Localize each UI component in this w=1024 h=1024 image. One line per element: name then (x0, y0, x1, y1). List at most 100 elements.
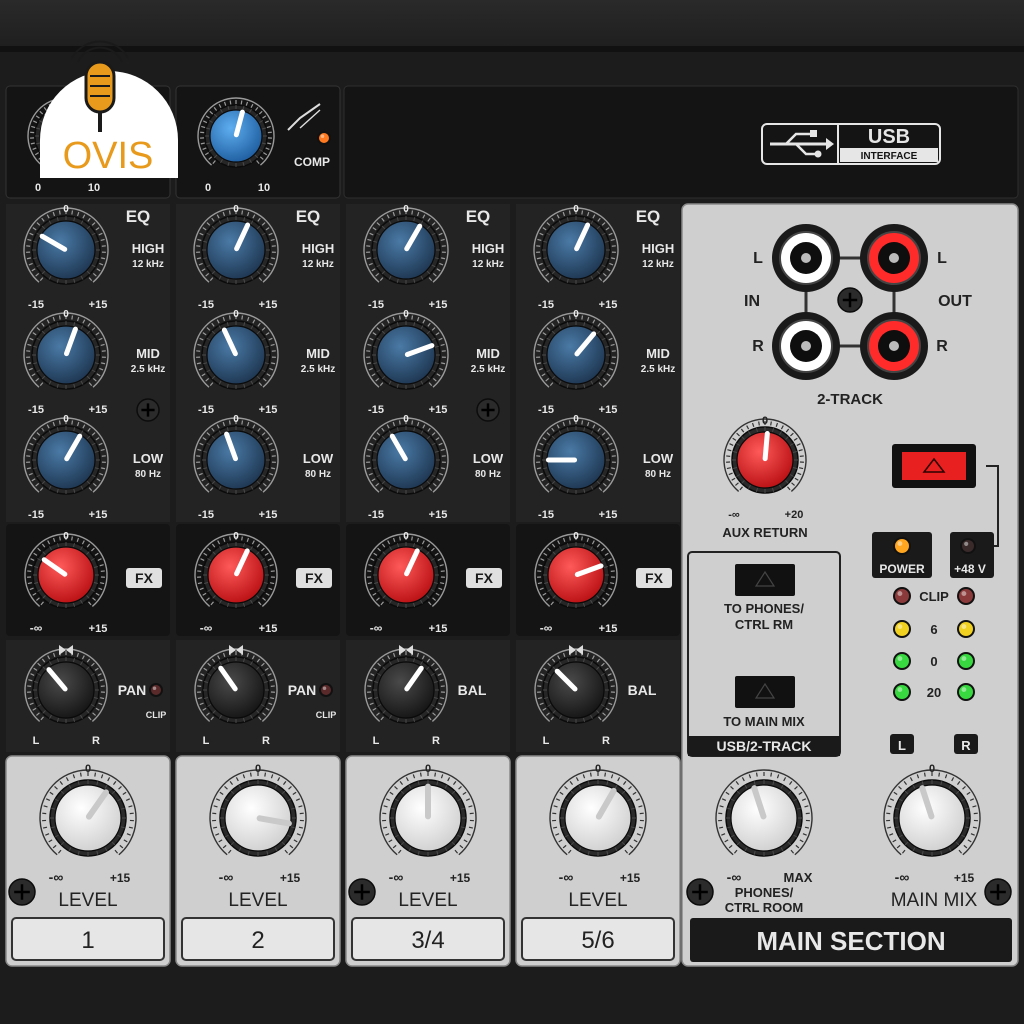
knob-pointer (762, 431, 770, 462)
to-main-mix-label: TO MAIN MIX (723, 714, 805, 729)
fx-min: -∞ (30, 621, 43, 635)
eq-min: -15 (198, 509, 214, 521)
eq-min: -15 (198, 404, 214, 416)
eq-max: +15 (599, 299, 618, 311)
eq-band-name: HIGH (472, 241, 505, 256)
meter-led-right-icon (957, 587, 975, 605)
rca-out-left-jack[interactable] (860, 224, 928, 292)
eq-center-tick: 0 (233, 309, 239, 320)
channel-number: 3/4 (411, 927, 444, 954)
level-max: +15 (450, 871, 471, 885)
eq-band-freq: 2.5 kHz (301, 364, 335, 375)
eq-band-freq: 12 kHz (472, 259, 504, 270)
eq-center-tick: 0 (63, 204, 69, 215)
channel-number: 2 (251, 927, 264, 954)
eq-band-freq: 2.5 kHz (131, 364, 165, 375)
level-center-tick: 0 (595, 763, 601, 775)
eq-center-tick: 0 (573, 204, 579, 215)
pan-right: R (432, 735, 440, 747)
meter-led-left-icon (893, 652, 911, 670)
fx-label: FX (475, 570, 494, 586)
pan-left: L (373, 735, 380, 747)
in-label: IN (744, 293, 760, 310)
out-right-label: R (936, 338, 948, 355)
screw-icon (476, 398, 500, 422)
brand-logo: OVIS (40, 40, 178, 178)
eq-title: EQ (636, 207, 661, 226)
eq-band-freq: 2.5 kHz (641, 364, 675, 375)
screw-icon (348, 878, 376, 906)
eq-max: +15 (89, 509, 108, 521)
eq-band-name: MID (476, 346, 500, 361)
eq-min: -15 (28, 509, 44, 521)
level-label: LEVEL (568, 890, 627, 911)
eq-max: +15 (89, 404, 108, 416)
level-label: LEVEL (398, 890, 457, 911)
brand-wordmark: OVIS (63, 135, 154, 177)
fx-max: +15 (429, 623, 448, 635)
two-track-label: 2-TRACK (817, 391, 883, 408)
main-mix-center-tick: 0 (929, 763, 935, 775)
clip-label: CLIP (146, 710, 167, 720)
eq-band-name: LOW (303, 451, 334, 466)
fx-center-tick: 0 (573, 531, 579, 542)
clip-label: CLIP (316, 710, 337, 720)
eq-center-tick: 0 (403, 309, 409, 320)
fx-center-tick: 0 (63, 531, 69, 542)
fx-label: FX (645, 570, 664, 586)
clip-led-icon (149, 683, 163, 697)
pan-right: R (602, 735, 610, 747)
eq-min: -15 (28, 404, 44, 416)
main-section-title: MAIN SECTION (756, 926, 945, 956)
screw-icon (8, 878, 36, 906)
fx-min: -∞ (200, 621, 213, 635)
eq-max: +15 (429, 509, 448, 521)
usb-word: USB (868, 126, 910, 148)
phones-min: -∞ (727, 869, 742, 885)
main-mix-label: MAIN MIX (891, 890, 978, 911)
eq-max: +15 (429, 299, 448, 311)
main-section-panel (681, 203, 1019, 967)
eq-max: +15 (259, 509, 278, 521)
fx-center-tick: 0 (233, 531, 239, 542)
eq-center-tick: 0 (233, 414, 239, 425)
eq-band-freq: 12 kHz (302, 259, 334, 270)
eq-max: +15 (259, 299, 278, 311)
eq-title: EQ (466, 207, 491, 226)
eq-max: +15 (599, 404, 618, 416)
eq-center-tick: 0 (403, 204, 409, 215)
comp-scale-min: 0 (35, 182, 41, 194)
rca-out-right-jack[interactable] (860, 312, 928, 380)
to-phones-button[interactable] (735, 564, 795, 596)
comp-led-icon (317, 131, 331, 145)
eq-band-freq: 80 Hz (305, 469, 331, 480)
rca-in-right-jack[interactable] (772, 312, 840, 380)
channel-number: 5/6 (581, 927, 614, 954)
mixer-panel: USBINTERFACE010COMP010COMPEQ0-15+15HIGH1… (0, 0, 1024, 1024)
eq-band-name: MID (136, 346, 160, 361)
eq-band-freq: 80 Hz (135, 469, 161, 480)
screw-icon (984, 878, 1012, 906)
eq-min: -15 (368, 509, 384, 521)
level-label: LEVEL (228, 890, 287, 911)
phantom-power-switch[interactable] (892, 444, 976, 488)
level-max: +15 (280, 871, 301, 885)
eq-center-tick: 0 (573, 309, 579, 320)
to-main-mix-button[interactable] (735, 676, 795, 708)
eq-band-name: HIGH (642, 241, 675, 256)
pan-left: L (543, 735, 550, 747)
main-section: L R L R IN OUT 2-TRACK 0 -∞ +20 AUX RETURN POWER +48… (681, 203, 1019, 967)
level-min: -∞ (219, 869, 234, 885)
usb-header-panel (343, 85, 1019, 199)
phantom-label: +48 V (954, 562, 986, 576)
screw-icon (837, 287, 863, 313)
meter-led-left-icon (893, 620, 911, 638)
fx-label: FX (135, 570, 154, 586)
level-min: -∞ (559, 869, 574, 885)
rca-in-left-jack[interactable] (772, 224, 840, 292)
eq-min: -15 (368, 299, 384, 311)
eq-band-freq: 80 Hz (475, 469, 501, 480)
meter-label: 6 (930, 622, 937, 637)
ctrl-room-label: CTRL ROOM (725, 900, 803, 915)
in-right-label: R (752, 338, 764, 355)
